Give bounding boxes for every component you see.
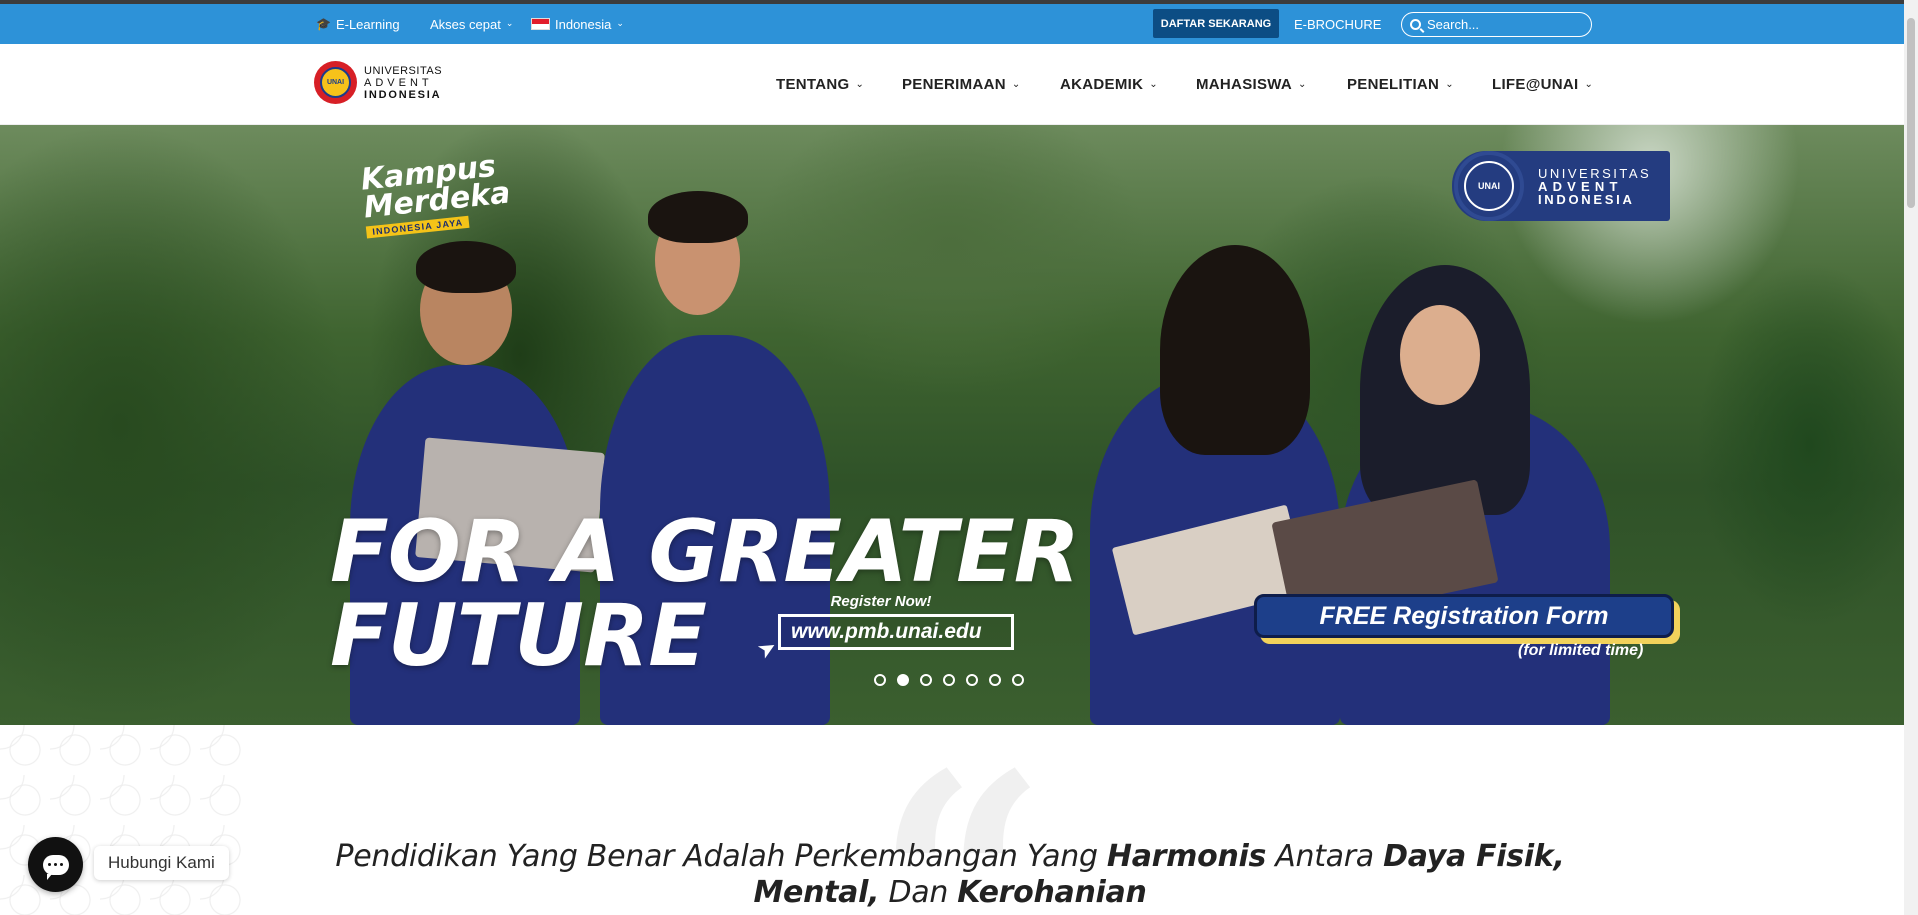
main-header: UNAI UNIVERSITAS ADVENT INDONESIA TENTAN… [0, 44, 1904, 125]
indonesia-flag-icon [531, 18, 550, 30]
slider-dot[interactable] [1012, 674, 1024, 686]
quote-part: Dan [879, 875, 958, 910]
nav-label: TENTANG [776, 76, 850, 93]
slider-dot[interactable] [966, 674, 978, 686]
slider-dot[interactable] [897, 674, 909, 686]
slider-dot[interactable] [989, 674, 1001, 686]
decorative-pattern [0, 725, 250, 915]
language-label: Indonesia [555, 16, 612, 32]
nav-penelitian[interactable]: PENELITIAN ⌄ [1347, 44, 1454, 125]
chat-button[interactable] [28, 837, 83, 892]
badge-line1: UNIVERSITAS [1538, 165, 1652, 181]
limited-time-text: (for limited time) [1518, 642, 1644, 659]
nav-penerimaan[interactable]: PENERIMAAN ⌄ [902, 44, 1021, 125]
chevron-down-icon: ⌄ [1149, 79, 1158, 90]
register-callout: Register Now! www.pmb.unai.edu [766, 593, 1014, 650]
nav-label: PENERIMAAN [902, 76, 1006, 93]
logo-line2: ADVENT [364, 76, 433, 89]
student-hair [648, 191, 748, 243]
chevron-down-icon: ⌄ [1445, 79, 1454, 90]
quote-part: Pendidikan Yang Benar Adalah Perkembanga… [335, 839, 1107, 874]
register-now-text: Register Now! [830, 593, 932, 610]
nav-tentang[interactable]: TENTANG ⌄ [776, 44, 864, 125]
search-box[interactable] [1401, 12, 1592, 37]
daftar-sekarang-button[interactable]: DAFTAR SEKARANG [1153, 9, 1279, 38]
graduation-cap-icon: 🎓 [316, 17, 331, 31]
site-logo[interactable]: UNAI UNIVERSITAS ADVENT INDONESIA [314, 61, 442, 104]
slider-pagination [874, 674, 1024, 686]
nav-label: PENELITIAN [1347, 76, 1440, 93]
scrollbar-thumb[interactable] [1907, 18, 1915, 208]
quote-bold: Kerohanian [957, 875, 1147, 910]
student-head [1400, 305, 1480, 405]
slider-dot[interactable] [943, 674, 955, 686]
unai-badge: UNAI UNIVERSITAS ADVENT INDONESIA [1452, 151, 1670, 221]
chevron-down-icon: ⌄ [855, 79, 865, 90]
ebrochure-link[interactable]: E-BROCHURE [1294, 4, 1381, 44]
chat-bubble-icon [42, 854, 69, 880]
student-hair [1160, 245, 1310, 455]
student-hair [416, 241, 516, 293]
akses-cepat-label: Akses cepat [430, 16, 501, 32]
register-url[interactable]: www.pmb.unai.edu [778, 614, 1014, 650]
quote-text: Pendidikan Yang Benar Adalah Perkembanga… [300, 839, 1600, 911]
slider-dot[interactable] [920, 674, 932, 686]
top-bar: 🎓 E-Learning Akses cepat ⌄ Indonesia ⌄ D… [0, 4, 1904, 44]
logo-line3: INDONESIA [364, 88, 442, 101]
hero-slider[interactable]: Kampus Merdeka INDONESIA JAYA UNAI UNIVE… [0, 125, 1904, 725]
nav-mahasiswa[interactable]: MAHASISWA ⌄ [1196, 44, 1307, 125]
quote-part: Antara [1266, 839, 1384, 874]
search-icon[interactable] [1410, 19, 1421, 30]
slider-dot[interactable] [874, 674, 886, 686]
nav-life-unai[interactable]: LIFE@UNAI ⌄ [1492, 44, 1593, 125]
chevron-down-icon: ⌄ [1011, 79, 1021, 90]
badge-line2: ADVENT [1538, 178, 1623, 194]
logo-line1: UNIVERSITAS [364, 64, 443, 77]
chat-label[interactable]: Hubungi Kami [94, 846, 229, 880]
chevron-down-icon: ⌄ [505, 17, 514, 28]
headline-line1: FOR A GREATER [330, 502, 1080, 602]
language-dropdown[interactable]: Indonesia ⌄ [531, 4, 624, 44]
badge-line3: INDONESIA [1538, 191, 1635, 207]
unai-badge-text: UNIVERSITAS ADVENT INDONESIA [1538, 167, 1651, 206]
logo-text: UNIVERSITAS ADVENT INDONESIA [364, 65, 442, 101]
unai-seal-icon: UNAI [1454, 151, 1524, 221]
kampus-merdeka-logo: Kampus Merdeka INDONESIA JAYA [359, 149, 514, 241]
free-registration-form-badge: FREE Registration Form [1254, 594, 1674, 638]
unai-emblem-icon: UNAI [314, 61, 357, 104]
search-input[interactable] [1427, 17, 1577, 32]
nav-akademik[interactable]: AKADEMIK ⌄ [1060, 44, 1158, 125]
chevron-down-icon: ⌄ [1584, 79, 1594, 90]
nav-label: MAHASISWA [1196, 76, 1293, 93]
chevron-down-icon: ⌄ [616, 17, 624, 28]
chevron-down-icon: ⌄ [1298, 79, 1307, 90]
quote-bold: Mental, [753, 875, 880, 910]
page-scrollbar[interactable] [1904, 0, 1918, 915]
quote-bold: Daya Fisik, [1383, 839, 1565, 874]
elearning-label: E-Learning [335, 16, 400, 32]
quote-bold: Harmonis [1106, 839, 1267, 874]
nav-label: AKADEMIK [1060, 76, 1144, 93]
nav-label: LIFE@UNAI [1492, 76, 1579, 93]
akses-cepat-dropdown[interactable]: Akses cepat ⌄ [430, 4, 513, 44]
elearning-link[interactable]: 🎓 E-Learning [316, 4, 400, 44]
